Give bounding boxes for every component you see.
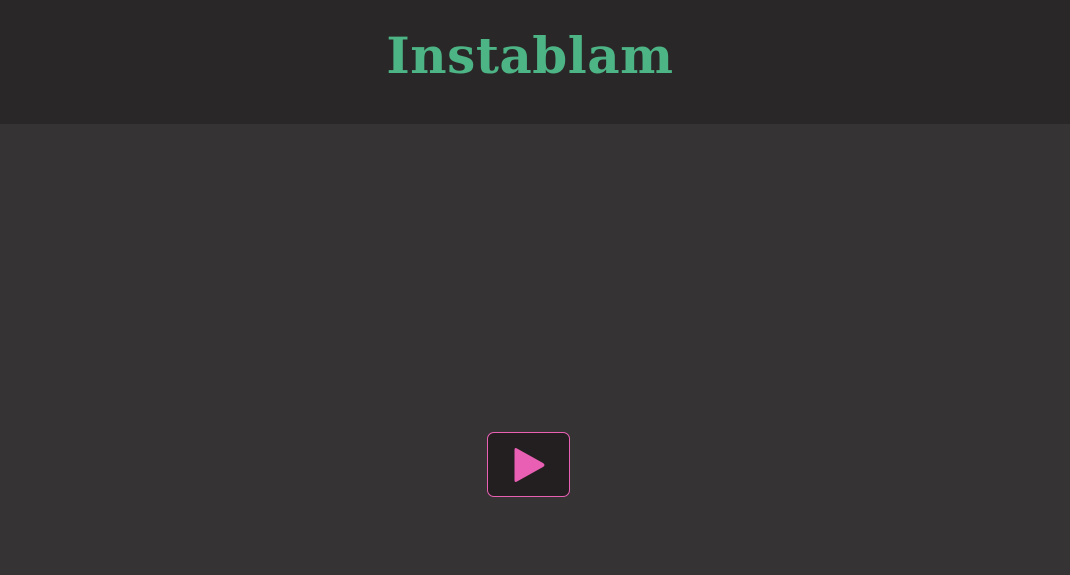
play-icon-shape xyxy=(514,448,545,482)
app-title: Instablam xyxy=(386,26,674,85)
header-bar: Instablam xyxy=(0,0,1070,124)
main-area xyxy=(0,124,1070,575)
play-icon xyxy=(514,448,545,482)
play-button[interactable] xyxy=(487,432,570,497)
